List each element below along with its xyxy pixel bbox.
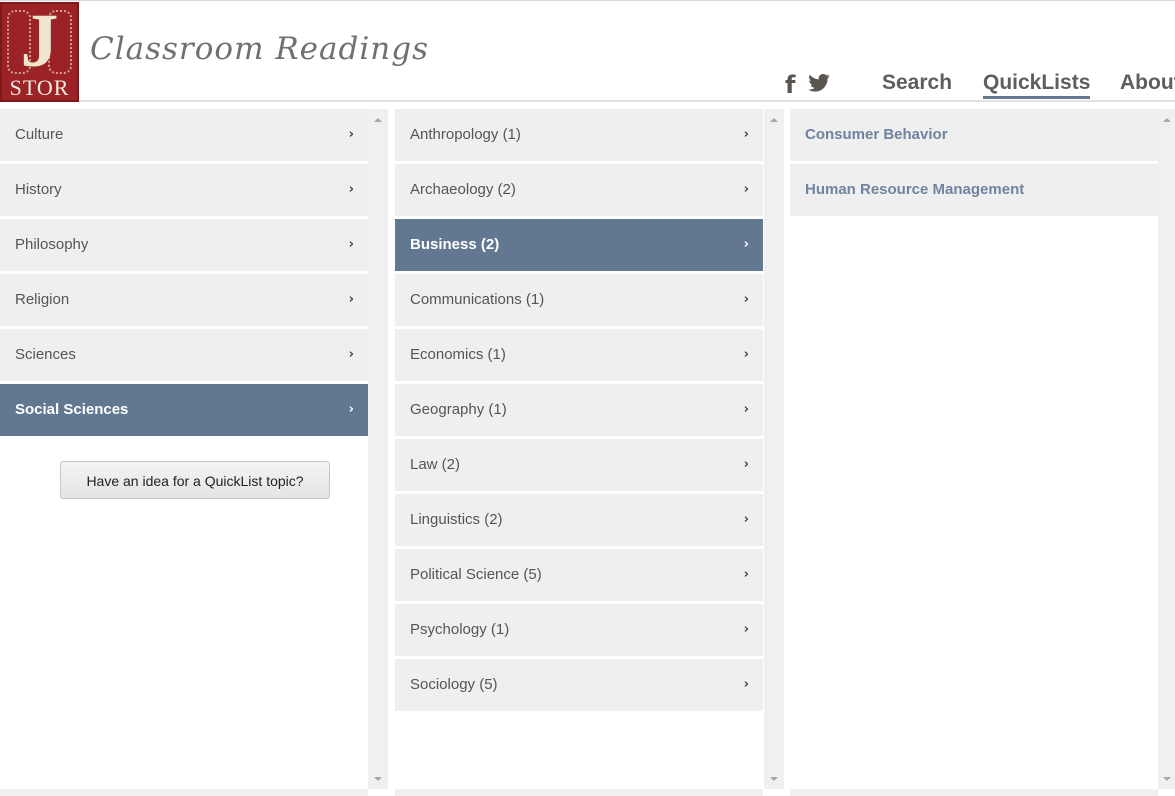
subject-item-selected[interactable]: Business (2) ›: [395, 219, 763, 271]
subject-item[interactable]: Psychology (1) ›: [395, 604, 763, 656]
subject-item[interactable]: Geography (1) ›: [395, 384, 763, 436]
discipline-item[interactable]: History ›: [0, 164, 368, 216]
item-label: Philosophy: [15, 236, 89, 253]
site-title: Classroom Readings: [90, 31, 429, 67]
discipline-item[interactable]: Philosophy ›: [0, 219, 368, 271]
vertical-scrollbar[interactable]: [368, 109, 388, 789]
item-label: Geography (1): [410, 401, 507, 418]
horizontal-scrollbar[interactable]: [0, 789, 368, 796]
chevron-right-icon: ›: [348, 347, 354, 362]
horizontal-scrollbar[interactable]: [790, 789, 1158, 796]
item-label: Human Resource Management: [805, 181, 1025, 198]
item-label: Social Sciences: [15, 401, 129, 418]
item-label: Communications (1): [410, 291, 545, 308]
scroll-up-icon[interactable]: [1162, 118, 1171, 122]
scroll-down-icon[interactable]: [1162, 777, 1171, 781]
discipline-item[interactable]: Culture ›: [0, 109, 368, 161]
nav-about[interactable]: About: [1120, 71, 1175, 95]
logo-letter: J: [20, 0, 59, 83]
scroll-down-icon[interactable]: [770, 777, 778, 781]
chevron-right-icon: ›: [743, 182, 749, 197]
vertical-scrollbar[interactable]: [1158, 109, 1175, 789]
nav-search[interactable]: Search: [882, 71, 952, 95]
item-label: Archaeology (2): [410, 181, 516, 198]
item-label: Political Science (5): [410, 566, 542, 583]
item-label: Anthropology (1): [410, 126, 521, 143]
discipline-item[interactable]: Sciences ›: [0, 329, 368, 381]
item-label: Sciences: [15, 346, 76, 363]
chevron-right-icon: ›: [743, 127, 749, 142]
discipline-item-selected[interactable]: Social Sciences ›: [0, 384, 368, 436]
subject-item[interactable]: Economics (1) ›: [395, 329, 763, 381]
item-label: Religion: [15, 291, 70, 308]
item-label: Law (2): [410, 456, 461, 473]
subject-item[interactable]: Political Science (5) ›: [395, 549, 763, 601]
chevron-right-icon: ›: [743, 347, 749, 362]
item-label: History: [15, 181, 62, 198]
horizontal-scrollbar[interactable]: [395, 789, 763, 796]
quicklist-link[interactable]: Human Resource Management: [790, 164, 1158, 216]
scroll-up-icon[interactable]: [374, 118, 382, 122]
logo-subtext: STOR: [9, 75, 70, 100]
jstor-logo[interactable]: J STOR: [0, 2, 79, 102]
item-label: Linguistics (2): [410, 511, 503, 528]
chevron-right-icon: ›: [348, 182, 354, 197]
chevron-right-icon: ›: [743, 512, 749, 527]
item-label: Consumer Behavior: [805, 126, 948, 143]
item-label: Business (2): [410, 236, 500, 253]
chevron-right-icon: ›: [743, 567, 749, 582]
subject-item[interactable]: Anthropology (1) ›: [395, 109, 763, 161]
chevron-right-icon: ›: [743, 237, 749, 252]
twitter-icon[interactable]: [808, 73, 830, 97]
item-label: Sociology (5): [410, 676, 498, 693]
item-label: Psychology (1): [410, 621, 510, 638]
vertical-scrollbar[interactable]: [764, 109, 784, 789]
quicklists-column: Consumer Behavior Human Resource Managem…: [790, 109, 1158, 789]
chevron-right-icon: ›: [743, 402, 749, 417]
chevron-right-icon: ›: [743, 457, 749, 472]
chevron-right-icon: ›: [743, 622, 749, 637]
site-header: J STOR Classroom Readings f Search Quick…: [0, 0, 1175, 102]
subject-item[interactable]: Linguistics (2) ›: [395, 494, 763, 546]
subject-item[interactable]: Sociology (5) ›: [395, 659, 763, 711]
suggest-topic-button[interactable]: Have an idea for a QuickList topic?: [60, 461, 330, 499]
subject-item[interactable]: Communications (1) ›: [395, 274, 763, 326]
facebook-icon[interactable]: f: [785, 71, 795, 99]
quicklist-link[interactable]: Consumer Behavior: [790, 109, 1158, 161]
chevron-right-icon: ›: [348, 402, 354, 417]
chevron-right-icon: ›: [743, 292, 749, 307]
scroll-down-icon[interactable]: [374, 777, 382, 781]
discipline-item[interactable]: Religion ›: [0, 274, 368, 326]
item-label: Economics (1): [410, 346, 506, 363]
subjects-column: Anthropology (1) › Archaeology (2) › Busin…: [395, 109, 763, 789]
disciplines-column: Culture › History › Philosophy › Religion › …: [0, 109, 368, 789]
chevron-right-icon: ›: [348, 292, 354, 307]
subject-item[interactable]: Law (2) ›: [395, 439, 763, 491]
scroll-up-icon[interactable]: [770, 118, 778, 122]
nav-quicklists[interactable]: QuickLists: [983, 71, 1091, 99]
item-label: Culture: [15, 126, 64, 143]
subject-item[interactable]: Archaeology (2) ›: [395, 164, 763, 216]
chevron-right-icon: ›: [348, 237, 354, 252]
chevron-right-icon: ›: [348, 127, 354, 142]
chevron-right-icon: ›: [743, 677, 749, 692]
